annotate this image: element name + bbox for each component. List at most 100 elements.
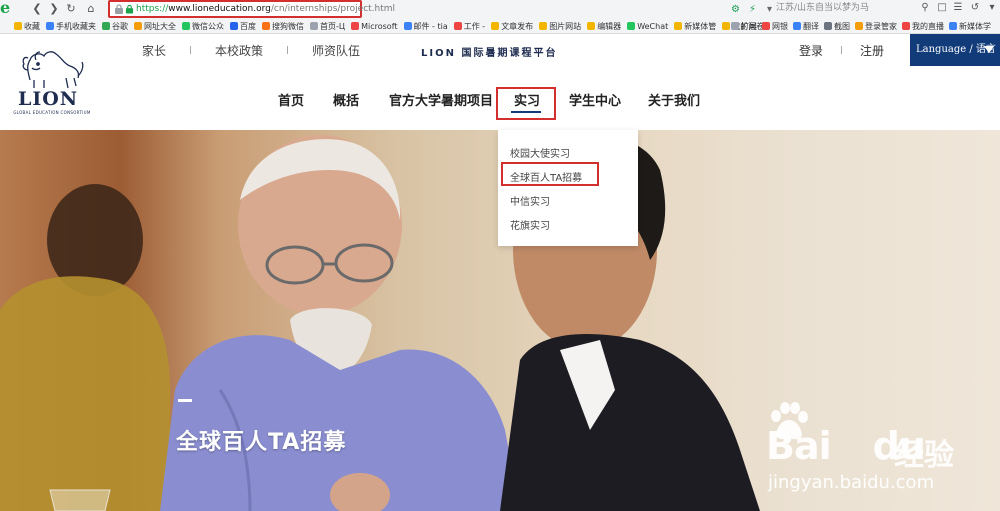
bookmark-label: WeChat: [637, 21, 669, 31]
nav-item-home[interactable]: 首页: [278, 90, 304, 109]
separator: [841, 46, 843, 54]
bookmark-item[interactable]: WeChat: [627, 22, 668, 31]
login-link[interactable]: 登录: [799, 42, 823, 59]
bookmark-item[interactable]: 我的直播: [902, 21, 944, 32]
bookmark-item[interactable]: 扩展: [731, 21, 757, 32]
bookmark-icon: [491, 22, 500, 30]
bookmark-icon: [855, 22, 863, 30]
bookmark-label: 网址大全: [144, 21, 176, 31]
nav-item-about[interactable]: 关于我们: [648, 90, 700, 109]
menu-icon[interactable]: ☰: [952, 2, 964, 14]
bookmark-label: Microsoft: [361, 21, 398, 31]
address-row: e ❮ ❯ ↻ ⌂ https://www.lioneducation.org/…: [0, 0, 1000, 18]
hot-search-text[interactable]: 江苏/山东自当以梦为马: [770, 1, 910, 16]
auth-links: 登录 注册: [799, 42, 884, 58]
bookmark-icon: [762, 22, 770, 30]
bookmark-item[interactable]: 翻译: [793, 21, 819, 32]
bookmark-icon: [722, 22, 731, 30]
bookmark-icon: [949, 22, 957, 30]
baidu-jingyan-text: 经验: [894, 438, 954, 473]
browser-chrome: e ❮ ❯ ↻ ⌂ https://www.lioneducation.org/…: [0, 0, 1000, 34]
nav-item-programs[interactable]: 官方大学暑期项目: [389, 90, 493, 109]
bookmark-item[interactable]: 收藏: [14, 21, 40, 32]
site-header: LION GLOBAL EDUCATION CONSORTIUM 家长 本校政策…: [0, 34, 1000, 130]
undo-icon[interactable]: ↺: [969, 2, 981, 14]
bookmark-item[interactable]: 首页-Ц: [310, 21, 345, 32]
register-link[interactable]: 注册: [860, 42, 884, 59]
bookmark-item[interactable]: 网址大全: [134, 21, 176, 32]
bookmark-icon: [14, 22, 22, 30]
bookmark-icon: [539, 22, 548, 30]
bookmark-label: 截图: [834, 21, 850, 31]
bookmark-item[interactable]: 微信公众: [182, 21, 224, 32]
reload-icon[interactable]: ↻: [64, 2, 78, 16]
bookmark-item[interactable]: Microsoft: [351, 21, 398, 31]
secure-lock-icon: [125, 4, 134, 14]
settings-icon[interactable]: ⚙: [730, 4, 741, 15]
bookmark-icon: [102, 22, 110, 30]
forward-icon[interactable]: ❯: [47, 2, 61, 16]
bookmark-icon: [902, 22, 910, 30]
bookmark-label: 微信公众: [192, 21, 224, 31]
hero-dash: [178, 399, 192, 402]
bookmark-icon: [46, 22, 54, 30]
dropdown-item-campus-ambassador[interactable]: 校园大使实习: [510, 145, 570, 160]
bookmark-label: 邮件 - tia: [413, 21, 448, 31]
toolbar-icons: ⚙ ⚡ ▾: [730, 2, 775, 16]
address-bar[interactable]: https://www.lioneducation.org/cn/interns…: [108, 0, 395, 18]
bookmark-item[interactable]: 文章发布: [491, 21, 533, 32]
bookmark-label: 登录管家: [865, 21, 897, 31]
bookmark-item[interactable]: 新媒体管: [674, 21, 716, 32]
separator: [190, 46, 192, 54]
bookmark-icon: [793, 22, 801, 30]
caret-down-icon: [984, 46, 994, 53]
nav-item-student-center[interactable]: 学生中心: [569, 90, 621, 109]
top-link-faculty[interactable]: 师资队伍: [312, 42, 360, 59]
bookmark-label: 百度: [240, 21, 256, 31]
top-link-policy[interactable]: 本校政策: [215, 42, 263, 59]
bookmark-icon: [310, 22, 318, 30]
bookmark-label: 新媒体管: [684, 21, 717, 31]
bookmark-label: 编辑器: [597, 21, 622, 31]
bookmark-item[interactable]: 新媒体学: [949, 21, 991, 32]
bookmark-item[interactable]: 手机收藏夹: [46, 21, 96, 32]
file-icon[interactable]: □: [936, 2, 948, 14]
home-icon[interactable]: ⌂: [84, 2, 98, 16]
bookmark-item[interactable]: 邮件 - tia: [403, 21, 448, 32]
top-link-parents[interactable]: 家长: [142, 42, 166, 59]
bookmark-label: 工作 -: [463, 21, 486, 31]
bookmark-item[interactable]: 登录管家: [855, 21, 897, 32]
bookmark-icon: [453, 22, 462, 30]
bookmark-item[interactable]: 截图: [824, 21, 850, 32]
back-icon[interactable]: ❮: [30, 2, 44, 16]
browser-logo-icon: e: [0, 0, 11, 17]
bookmark-label: 新媒体学: [959, 21, 991, 31]
bookmark-label: 收藏: [24, 21, 40, 31]
dropdown-item-citic[interactable]: 中信实习: [510, 193, 550, 208]
dropdown-item-citi[interactable]: 花旗实习: [510, 217, 550, 232]
lock-icon: [115, 4, 123, 14]
bookmark-label: 谷歌: [112, 21, 128, 31]
bookmark-item[interactable]: 百度: [230, 21, 256, 32]
dropdown-highlight-box: [501, 162, 599, 186]
separator: [287, 46, 289, 54]
bookmark-label: 图片网站: [549, 21, 582, 31]
language-selector[interactable]: Language / 语言: [910, 34, 1000, 66]
bookmark-icon: [627, 22, 636, 30]
more-icon[interactable]: ▾: [986, 2, 998, 14]
bookmark-icon: [262, 22, 270, 30]
bookmark-item[interactable]: 图片网站: [539, 21, 581, 32]
search-icon[interactable]: ⚲: [919, 2, 931, 14]
bookmark-label: 我的直播: [912, 21, 944, 31]
bookmark-item[interactable]: 搜狗微信: [262, 21, 304, 32]
lightning-icon[interactable]: ⚡: [747, 4, 758, 15]
bookmark-icon: [674, 22, 683, 30]
nav-item-overview[interactable]: 概括: [333, 90, 359, 109]
url-text: https://www.lioneducation.org/cn/interns…: [136, 4, 396, 14]
bookmark-item[interactable]: 谷歌: [102, 21, 128, 32]
baidu-url-text: jingyan.baidu.com: [768, 472, 935, 493]
bookmark-item[interactable]: 网银: [762, 21, 788, 32]
bookmark-label: 手机收藏夹: [56, 21, 96, 31]
bookmark-item[interactable]: 工作 -: [453, 21, 486, 32]
bookmark-item[interactable]: 编辑器: [587, 21, 621, 32]
